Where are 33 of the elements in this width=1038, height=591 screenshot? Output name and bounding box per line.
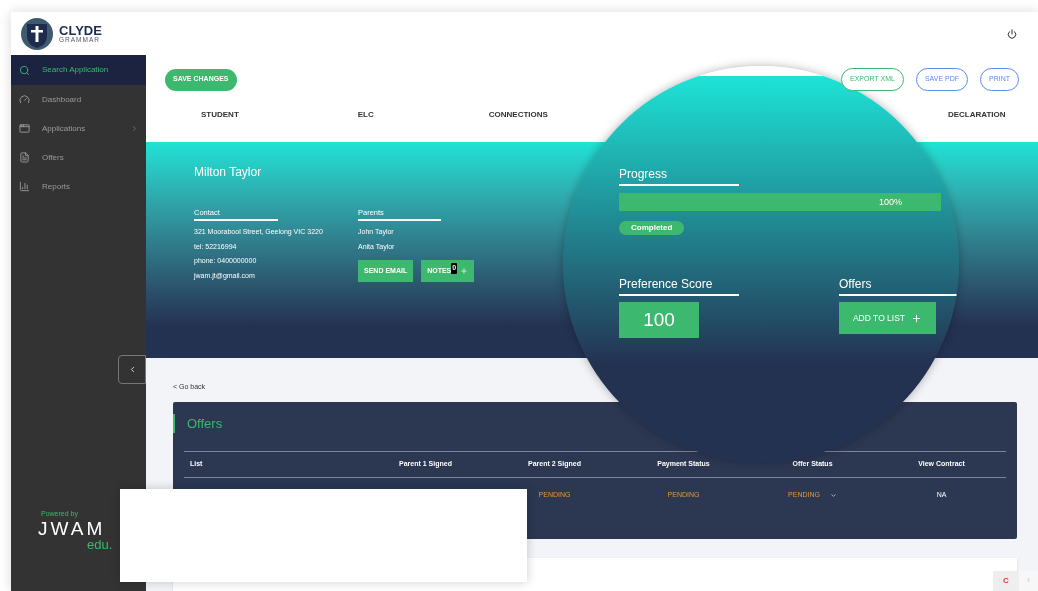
gauge-icon <box>19 94 30 105</box>
sidebar-item[interactable]: Applications <box>11 114 146 143</box>
score-heading: Preference Score <box>619 275 739 296</box>
collapse-button[interactable] <box>118 355 146 384</box>
window-icon <box>19 123 30 134</box>
bar-chart-icon <box>19 181 30 192</box>
tab[interactable]: CONNECTIONS <box>488 109 548 121</box>
jwam-logo-text: JWAM <box>38 519 107 538</box>
progress-reading: 100% <box>879 196 903 209</box>
student-name: Milton Taylor <box>194 164 262 181</box>
tab[interactable]: STUDENT <box>201 109 239 121</box>
tab[interactable]: ELC <box>357 109 374 121</box>
plus-icon <box>911 312 923 324</box>
sidebar-item[interactable]: Dashboard <box>11 85 146 114</box>
progress-heading: Progress <box>619 165 739 186</box>
chevron-icon <box>131 125 138 132</box>
widget-letter[interactable]: C <box>993 571 1019 591</box>
chevron-down-icon <box>829 491 837 499</box>
edu-logo-text: edu. <box>86 538 114 551</box>
status-badge: Completed <box>619 221 685 235</box>
brand-name: CLYDE <box>59 23 102 37</box>
offers-heading: Offers <box>839 275 959 296</box>
sidebar-item[interactable]: Reports <box>11 172 146 201</box>
power-icon[interactable] <box>1007 28 1017 39</box>
add-to-list-button[interactable]: ADD TO LIST <box>839 302 936 334</box>
tab[interactable]: DECLARATION <box>947 109 1006 121</box>
search-icon <box>19 64 30 76</box>
plus-icon <box>460 267 469 276</box>
sidebar-item[interactable]: Search Application <box>11 55 146 85</box>
document-icon <box>19 152 30 163</box>
score-value: 100 <box>619 302 699 338</box>
crest-logo-icon <box>20 16 54 51</box>
sidebar-item[interactable]: Offers <box>11 143 146 172</box>
